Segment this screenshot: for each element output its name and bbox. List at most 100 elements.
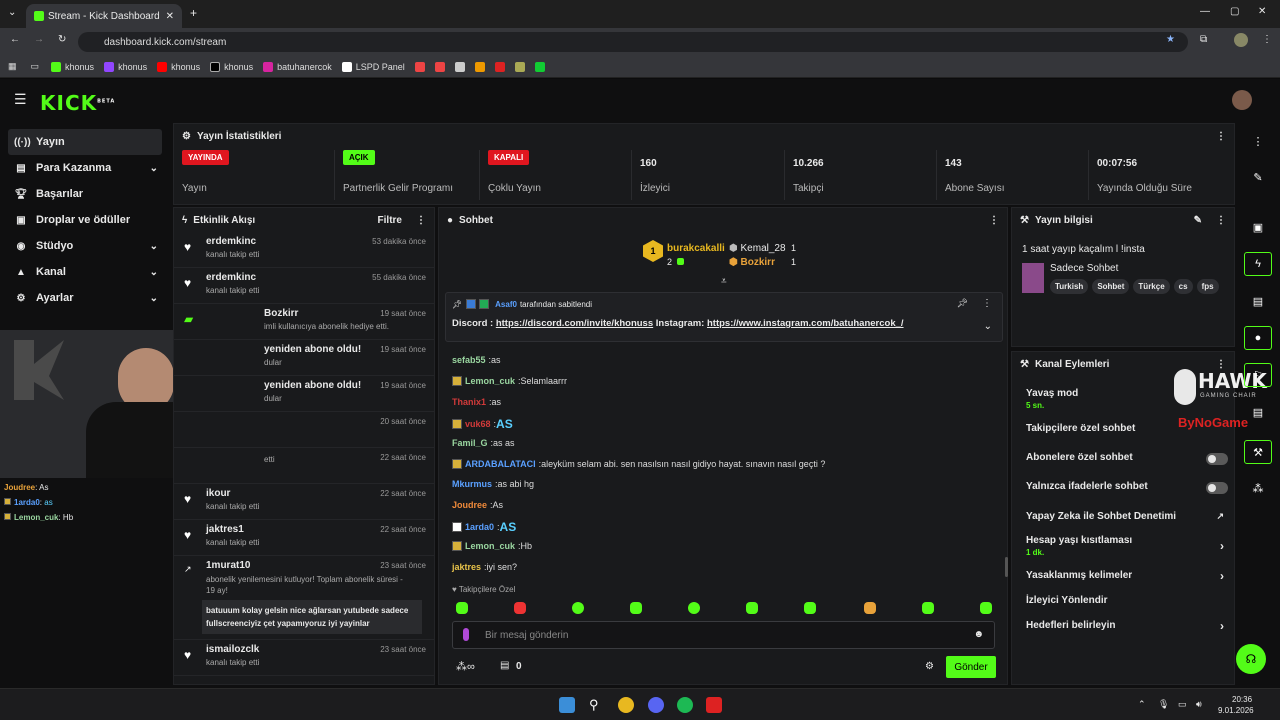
action-raid[interactable]: İzleyici Yönlendir xyxy=(1018,595,1228,606)
category-thumbnail[interactable] xyxy=(1022,263,1044,293)
tray-chevron-icon[interactable]: ⌃ xyxy=(1138,699,1146,710)
tag[interactable]: Turkish xyxy=(1050,279,1089,294)
emote-icon[interactable] xyxy=(456,602,468,614)
chat-message[interactable]: vuk68: AS xyxy=(452,417,513,431)
support-headset-icon[interactable]: ☊ xyxy=(1236,644,1266,674)
chat-user[interactable]: jaktres xyxy=(452,562,481,572)
bookmark-icon[interactable] xyxy=(494,61,505,72)
emoji-icon[interactable]: ☻ xyxy=(973,629,984,640)
chat-input[interactable]: Bir mesaj gönderin ☻ xyxy=(452,621,995,649)
action-emotes-only[interactable]: Yalnızca ifadelerle sohbet xyxy=(1018,481,1228,494)
filter-button[interactable]: Filtre xyxy=(378,215,402,226)
event-item[interactable]: ♥ ikour kanalı takip etti 22 saat önce xyxy=(174,484,434,520)
collapse-icon[interactable]: ⩡ xyxy=(721,276,727,287)
quick-pin-icon[interactable]: ⚐ xyxy=(1244,363,1272,387)
emote-icon[interactable] xyxy=(864,602,876,614)
emote-icon[interactable] xyxy=(688,602,700,614)
chat-user[interactable]: 1arda0 xyxy=(465,522,494,532)
chat-user[interactable]: vuk68 xyxy=(465,419,491,429)
send-button[interactable]: Gönder xyxy=(946,656,996,678)
browser-tab[interactable]: Stream - Kick Dashboard ✕ xyxy=(26,4,182,28)
kick-logo[interactable]: KICKBETA xyxy=(40,91,115,115)
bookmark-item[interactable]: khonus xyxy=(157,61,200,72)
back-icon[interactable]: ← xyxy=(10,34,20,45)
more-icon[interactable]: ⋮ xyxy=(1216,359,1226,370)
bookmark-icon[interactable] xyxy=(414,61,425,72)
chat-user[interactable]: Lemon_cuk xyxy=(465,376,515,386)
bookmark-icon[interactable] xyxy=(434,61,445,72)
sidebar-item-para-kazanma[interactable]: ▤ Para Kazanma ⌄ xyxy=(8,155,162,181)
clock-date[interactable]: 9.01.2026 xyxy=(1218,706,1254,715)
action-goals[interactable]: Hedefleri belirleyin › xyxy=(1018,619,1228,633)
emote-icon[interactable] xyxy=(572,602,584,614)
more-icon[interactable]: ⋮ xyxy=(416,215,426,226)
quick-more-icon[interactable]: ⋮ xyxy=(1244,129,1272,153)
event-item[interactable]: ♥ jaktres1 kanalı takip etti 22 saat önce xyxy=(174,520,434,556)
chat-user[interactable]: Thanix1 xyxy=(452,397,486,407)
event-item[interactable]: yeniden abone oldu! dular 19 saat önce xyxy=(174,340,434,376)
chat-user[interactable]: ARDABALATACI xyxy=(465,459,536,469)
gifter-name[interactable]: Bozkirr xyxy=(741,257,775,268)
chat-message[interactable]: jaktres: iyi sen? xyxy=(452,562,517,572)
bookmark-item[interactable]: khonus xyxy=(210,61,253,72)
chat-message[interactable]: ARDABALATACI: aleyküm selam abi. sen nas… xyxy=(452,459,825,469)
new-tab-icon[interactable]: + xyxy=(190,6,197,20)
event-item[interactable]: etti 22 saat önce xyxy=(174,448,434,484)
chat-message[interactable]: Lemon_cuk: Hb xyxy=(452,541,532,551)
tray-mic-icon[interactable]: 🎙︎ xyxy=(1158,699,1169,710)
quick-points-icon[interactable]: ⁂ xyxy=(1244,476,1272,500)
more-icon[interactable]: ⋮ xyxy=(982,298,992,309)
action-account-age[interactable]: Hesap yaşı kısıtlaması 1 dk. › xyxy=(1018,535,1228,557)
close-tab-icon[interactable]: ✕ xyxy=(166,11,174,22)
close-window-icon[interactable]: ✕ xyxy=(1258,6,1266,17)
chat-user[interactable]: Lemon_cuk xyxy=(465,541,515,551)
category-name[interactable]: Sadece Sohbet xyxy=(1050,263,1118,274)
sidebar-item-kanal[interactable]: ▲ Kanal ⌄ xyxy=(8,259,162,285)
toggle-switch[interactable] xyxy=(1206,482,1228,494)
tag[interactable]: fps xyxy=(1196,279,1219,294)
gifter-name[interactable]: Kemal_28 xyxy=(741,243,786,254)
emote-icon[interactable] xyxy=(746,602,758,614)
reload-icon[interactable]: ↻ xyxy=(58,34,66,45)
tray-volume-icon[interactable]: 🔊︎ xyxy=(1196,699,1202,710)
windows-start-icon[interactable] xyxy=(559,697,575,713)
forward-icon[interactable]: → xyxy=(34,34,44,45)
hamburger-icon[interactable]: ☰ xyxy=(14,91,27,108)
app-icon[interactable] xyxy=(706,697,722,713)
event-item[interactable]: 20 saat önce xyxy=(174,412,434,448)
sheets-icon[interactable] xyxy=(534,61,545,72)
action-subs-only[interactable]: Abonelere özel sohbet xyxy=(1018,452,1228,465)
emote-icon[interactable] xyxy=(514,602,526,614)
chat-message[interactable]: Joudree: As xyxy=(452,500,503,510)
chevron-down-icon[interactable]: ⌄ xyxy=(984,321,992,332)
user-avatar[interactable] xyxy=(1232,90,1252,110)
quick-document-icon[interactable]: ▤ xyxy=(1244,289,1272,313)
sidebar-item-yayin[interactable]: ((·)) Yayın xyxy=(8,129,162,155)
extensions-icon[interactable]: ⧉ xyxy=(1200,34,1207,45)
quick-edit-icon[interactable]: ✎ xyxy=(1244,165,1272,189)
sidebar-item-droplar[interactable]: ▣ Droplar ve ödüller xyxy=(8,207,162,233)
apps-icon[interactable]: ▦ xyxy=(8,61,17,72)
chat-message[interactable]: 1arda0: AS xyxy=(452,520,516,534)
chat-user[interactable]: Famil_G xyxy=(452,438,488,448)
emote-icon[interactable] xyxy=(922,602,934,614)
quick-lightning-icon[interactable]: ϟ xyxy=(1244,252,1272,276)
emote-icon[interactable] xyxy=(630,602,642,614)
profile-avatar[interactable] xyxy=(1234,33,1248,47)
bookmark-icon[interactable] xyxy=(474,61,485,72)
bookmark-icon[interactable] xyxy=(454,61,465,72)
event-item[interactable]: ▰ Bozkirr imli kullanıcıya abonelik hediye… xyxy=(174,304,434,340)
menu-icon[interactable]: ⋮ xyxy=(1262,34,1272,45)
tab-list-icon[interactable]: ⌄ xyxy=(8,7,16,18)
url-input[interactable]: dashboard.kick.com/stream xyxy=(78,32,1188,52)
unpin-icon[interactable]: 📌︎ xyxy=(957,298,968,309)
tag[interactable]: Türkçe xyxy=(1133,279,1170,294)
bookmark-item[interactable]: batuhanercok xyxy=(263,61,332,72)
chrome-icon[interactable] xyxy=(618,697,634,713)
chat-user[interactable]: Mkurmus xyxy=(452,479,492,489)
top-gifter-name[interactable]: burakcakalli xyxy=(667,243,725,254)
spotify-icon[interactable] xyxy=(677,697,693,713)
event-item[interactable]: ♥ erdemkinc kanalı takip etti 53 dakika önc… xyxy=(174,232,434,268)
tray-network-icon[interactable]: ▭ xyxy=(1178,699,1187,710)
action-banned-words[interactable]: Yasaklanmış kelimeler › xyxy=(1018,569,1228,583)
